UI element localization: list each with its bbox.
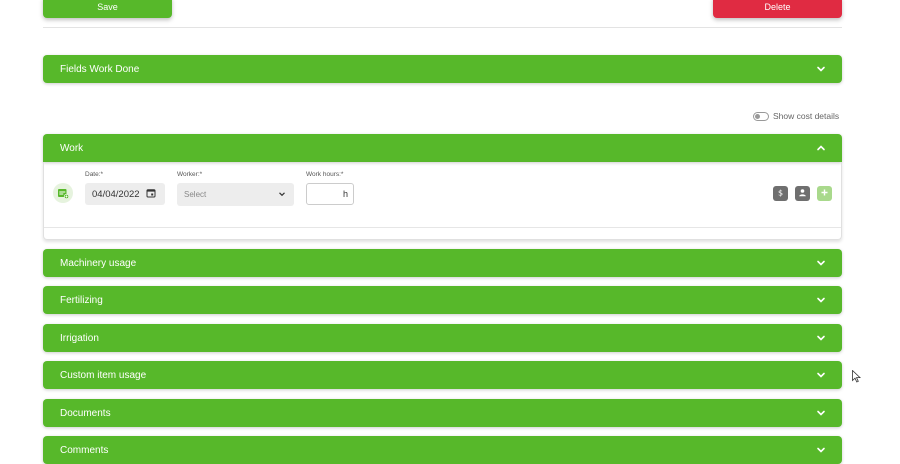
toggle-switch[interactable] bbox=[753, 111, 769, 121]
chevron-down-icon bbox=[816, 445, 826, 455]
worker-button[interactable] bbox=[795, 186, 810, 201]
worker-placeholder: Select bbox=[184, 190, 207, 199]
panel-custom-item-title: Custom item usage bbox=[60, 369, 147, 381]
work-hours-label: Work hours:* bbox=[306, 171, 344, 178]
chevron-down-icon bbox=[816, 295, 826, 305]
save-button[interactable]: Save bbox=[43, 0, 172, 18]
panel-documents[interactable]: Documents bbox=[43, 399, 842, 427]
chevron-down-icon bbox=[278, 190, 286, 200]
panel-comments-title: Comments bbox=[60, 444, 109, 456]
panel-fields-work-done-title: Fields Work Done bbox=[60, 63, 140, 75]
panel-machinery-title: Machinery usage bbox=[60, 257, 137, 269]
calendar-add-icon bbox=[53, 183, 73, 203]
work-panel-body: Date:* 04/04/2022 Worker:* Select Work h… bbox=[43, 162, 842, 240]
cost-button[interactable]: $ bbox=[773, 186, 788, 201]
chevron-down-icon bbox=[816, 64, 826, 74]
hours-unit: h bbox=[342, 189, 348, 199]
panel-fields-work-done[interactable]: Fields Work Done bbox=[43, 55, 842, 83]
person-icon bbox=[798, 188, 807, 199]
delete-button[interactable]: Delete bbox=[713, 0, 842, 18]
panel-fertilizing[interactable]: Fertilizing bbox=[43, 286, 842, 314]
work-hours-input[interactable]: h bbox=[306, 183, 354, 205]
date-label: Date:* bbox=[85, 171, 104, 178]
panel-comments[interactable]: Comments bbox=[43, 436, 842, 464]
show-cost-label: Show cost details bbox=[773, 111, 840, 121]
date-value: 04/04/2022 bbox=[92, 188, 140, 200]
chevron-up-icon bbox=[816, 143, 826, 153]
panel-work-title: Work bbox=[60, 142, 84, 154]
chevron-down-icon bbox=[816, 370, 826, 380]
worker-label: Worker:* bbox=[177, 171, 203, 178]
add-row-button[interactable] bbox=[817, 186, 832, 201]
panel-fertilizing-title: Fertilizing bbox=[60, 294, 103, 306]
panel-machinery-usage[interactable]: Machinery usage bbox=[43, 249, 842, 277]
svg-text:$: $ bbox=[778, 189, 783, 198]
panel-documents-title: Documents bbox=[60, 407, 111, 419]
plus-icon bbox=[820, 188, 829, 199]
chevron-down-icon bbox=[816, 333, 826, 343]
panel-custom-item-usage[interactable]: Custom item usage bbox=[43, 361, 842, 389]
delete-button-label: Delete bbox=[764, 2, 791, 12]
panel-irrigation-title: Irrigation bbox=[60, 332, 99, 344]
chevron-down-icon bbox=[816, 408, 826, 418]
panel-irrigation[interactable]: Irrigation bbox=[43, 324, 842, 352]
save-button-label: Save bbox=[97, 2, 118, 12]
panel-work[interactable]: Work bbox=[43, 134, 842, 162]
chevron-down-icon bbox=[816, 258, 826, 268]
worker-select[interactable]: Select bbox=[177, 183, 294, 206]
date-field[interactable]: 04/04/2022 bbox=[85, 183, 165, 205]
work-body-divider bbox=[44, 227, 841, 228]
show-cost-toggle[interactable]: Show cost details bbox=[753, 111, 839, 121]
top-divider bbox=[43, 27, 842, 28]
mouse-cursor-icon bbox=[852, 369, 862, 383]
calendar-icon[interactable] bbox=[146, 188, 156, 201]
dollar-icon: $ bbox=[776, 188, 785, 199]
